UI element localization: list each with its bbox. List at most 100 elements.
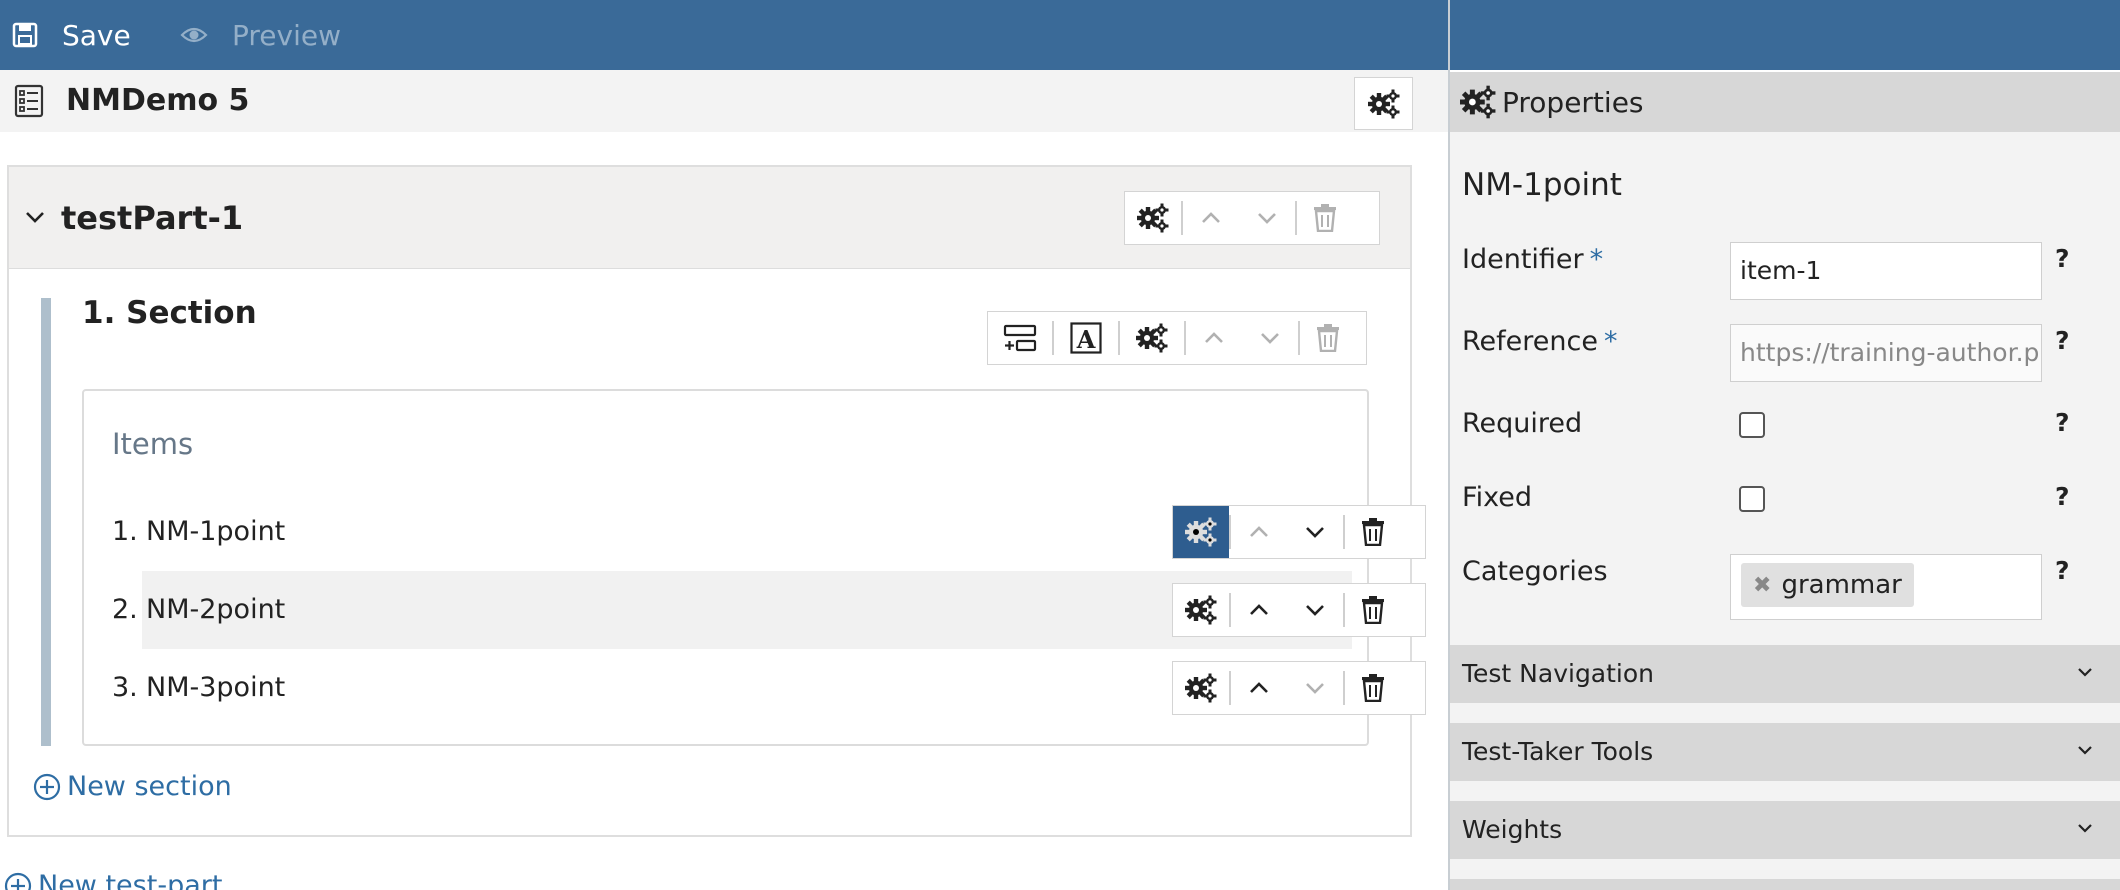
- move-down-button[interactable]: [1287, 506, 1343, 558]
- chevron-up-icon: [1250, 682, 1268, 693]
- test-part-title: testPart-1: [61, 199, 244, 237]
- item-row[interactable]: 3. NM-3point: [112, 649, 1426, 727]
- move-up-button[interactable]: [1186, 312, 1242, 364]
- move-down-button[interactable]: [1239, 192, 1295, 244]
- add-subsection-icon: [1003, 324, 1037, 352]
- properties-header: Properties: [1450, 72, 2120, 132]
- properties-title: Properties: [1502, 85, 1644, 119]
- top-toolbar: Save Preview: [0, 0, 1448, 70]
- gears-icon: [1135, 323, 1168, 353]
- gears-icon: [1184, 517, 1217, 547]
- gears-icon: [1365, 88, 1399, 119]
- preview-label: Preview: [232, 18, 341, 52]
- category-tag: ✖ grammar: [1741, 563, 1914, 607]
- item-label: NM-1point: [146, 516, 286, 547]
- chevron-up-icon: [1205, 332, 1223, 343]
- move-up-button[interactable]: [1183, 192, 1239, 244]
- delete-button[interactable]: [1345, 584, 1401, 636]
- required-marker: *: [1589, 244, 1604, 275]
- chevron-down-icon[interactable]: [23, 205, 47, 229]
- accordion-label: Test Navigation: [1462, 659, 1655, 688]
- trash-icon: [1362, 596, 1384, 624]
- chevron-up-icon: [1250, 604, 1268, 615]
- categories-field[interactable]: ✖ grammar: [1730, 554, 2042, 620]
- reference-label-text: Reference: [1462, 326, 1598, 357]
- test-part-controls: [1124, 191, 1380, 245]
- accordion-weights[interactable]: Weights: [1450, 801, 2120, 859]
- chevron-down-icon: [1306, 527, 1324, 538]
- chevron-down-icon: [2078, 746, 2092, 755]
- move-up-button[interactable]: [1231, 506, 1287, 558]
- delete-button[interactable]: [1297, 192, 1353, 244]
- preview-button[interactable]: Preview: [180, 0, 341, 70]
- accordion-label: Weights: [1462, 815, 1563, 844]
- top-toolbar-right: [1450, 0, 2120, 70]
- trash-icon: [1362, 674, 1384, 702]
- save-button[interactable]: Save: [12, 0, 131, 70]
- gears-icon: [1184, 595, 1217, 625]
- item-number: 1.: [112, 516, 138, 547]
- required-label: Required: [1462, 408, 1583, 439]
- item-number: 3.: [112, 672, 138, 703]
- test-part-properties-button[interactable]: [1125, 192, 1181, 244]
- categories-label: Categories: [1462, 556, 1608, 587]
- section-properties-button[interactable]: [1120, 312, 1184, 364]
- item-properties-button[interactable]: [1173, 506, 1229, 558]
- identifier-field[interactable]: item-1: [1730, 242, 2042, 300]
- chevron-down-icon: [2078, 668, 2092, 677]
- item-properties-button[interactable]: [1173, 662, 1229, 714]
- floppy-disk-icon: [12, 22, 38, 48]
- test-part-card: testPart-1 1. Section A Items 1. NM-1poi…: [7, 165, 1426, 837]
- required-help[interactable]: ?: [2055, 408, 2070, 437]
- chevron-up-icon: [1250, 526, 1268, 537]
- test-title-bar: NMDemo 5: [0, 70, 1448, 132]
- save-label: Save: [62, 18, 131, 52]
- accordion-more: [1450, 879, 2120, 890]
- fixed-help[interactable]: ?: [2055, 482, 2070, 511]
- delete-button[interactable]: [1300, 312, 1356, 364]
- add-subsection-button[interactable]: [988, 312, 1052, 364]
- reference-help[interactable]: ?: [2055, 326, 2070, 355]
- move-up-button[interactable]: [1231, 584, 1287, 636]
- accordion-test-taker-tools[interactable]: Test-Taker Tools: [1450, 723, 2120, 781]
- move-down-button[interactable]: [1287, 584, 1343, 636]
- chevron-down-icon: [1261, 333, 1279, 344]
- item-controls: [1172, 661, 1426, 715]
- section-title: 1. Section: [82, 295, 257, 331]
- add-rubric-block-button[interactable]: A: [1054, 312, 1118, 364]
- fixed-checkbox[interactable]: [1739, 486, 1765, 512]
- required-checkbox[interactable]: [1739, 412, 1765, 438]
- reference-field[interactable]: https://training-author.prc: [1730, 324, 2042, 382]
- move-up-button[interactable]: [1231, 662, 1287, 714]
- delete-button[interactable]: [1345, 662, 1401, 714]
- accordion-test-navigation[interactable]: Test Navigation: [1450, 645, 2120, 703]
- fixed-label: Fixed: [1462, 482, 1532, 513]
- move-down-button[interactable]: [1287, 662, 1343, 714]
- required-marker: *: [1603, 326, 1618, 357]
- item-label: NM-2point: [146, 594, 286, 625]
- new-section-link[interactable]: New section: [33, 771, 232, 802]
- item-controls: [1172, 583, 1426, 637]
- section-controls: A: [987, 311, 1367, 365]
- delete-button[interactable]: [1345, 506, 1401, 558]
- item-row[interactable]: 1. NM-1point: [112, 493, 1426, 571]
- move-down-button[interactable]: [1242, 312, 1298, 364]
- new-test-part-link[interactable]: New test-part: [4, 870, 222, 890]
- gears-icon: [1136, 203, 1169, 233]
- plus-circle-icon: [33, 773, 61, 800]
- new-test-part-label: New test-part: [38, 870, 223, 890]
- selected-item-name: NM-1point: [1462, 167, 1622, 203]
- remove-tag-icon[interactable]: ✖: [1753, 573, 1771, 598]
- identifier-help[interactable]: ?: [2055, 244, 2070, 273]
- gears-icon: [1460, 85, 1496, 119]
- eye-icon: [180, 27, 208, 43]
- identifier-label: Identifier *: [1462, 244, 1603, 275]
- reference-label: Reference *: [1462, 326, 1617, 357]
- plus-circle-icon: [4, 872, 32, 890]
- trash-icon: [1317, 324, 1339, 352]
- categories-help[interactable]: ?: [2055, 556, 2070, 585]
- item-properties-button[interactable]: [1173, 584, 1229, 636]
- chevron-down-icon: [1258, 213, 1276, 224]
- item-row[interactable]: 2. NM-2point: [112, 571, 1426, 649]
- test-properties-button[interactable]: [1354, 77, 1413, 130]
